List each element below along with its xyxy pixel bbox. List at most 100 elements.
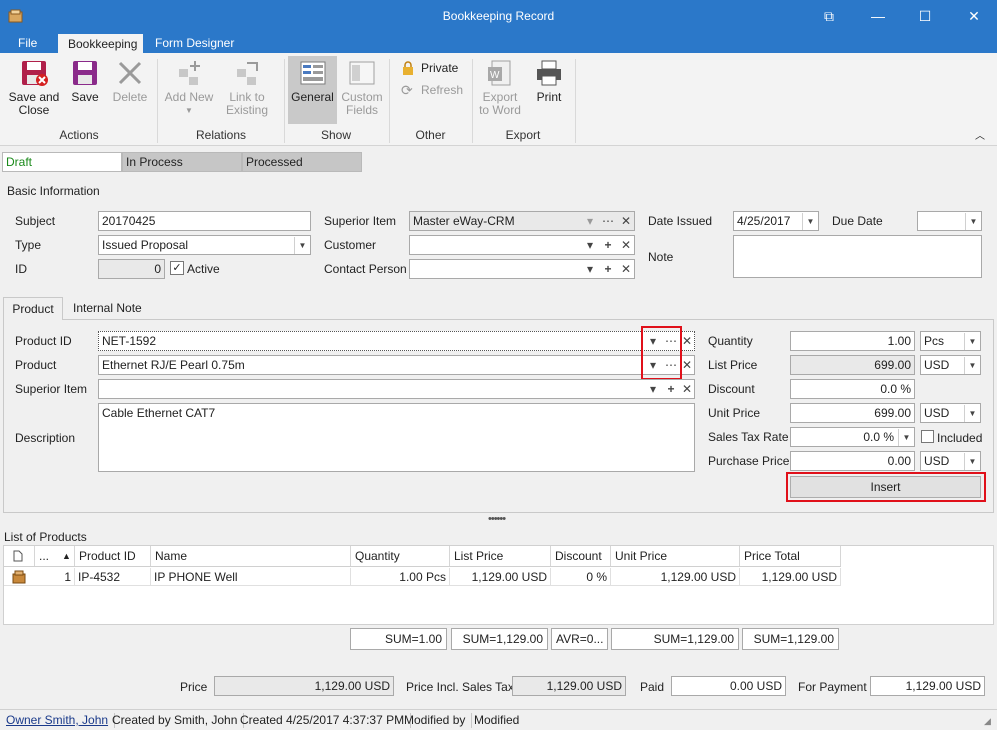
restore-to-tab-icon[interactable]: ⧉ [806, 0, 852, 33]
clear-x-icon[interactable]: ✕ [618, 261, 634, 278]
product-field[interactable]: Ethernet RJ/E Pearl 0.75m ▾ ⋯ ✕ [98, 355, 695, 375]
resize-grip-icon[interactable]: ◢ [984, 716, 991, 727]
for-payment-label: For Payment [798, 680, 867, 694]
price-incl-tax-label: Price Incl. Sales Tax [406, 680, 514, 694]
customer-label: Customer [324, 238, 377, 252]
paid-input[interactable]: 0.00 USD [671, 676, 786, 696]
purchase-price-currency-select[interactable]: USD ▼ [920, 451, 981, 471]
sum-price-total: SUM=1,129.00 [742, 628, 839, 650]
chevron-down-icon[interactable]: ▼ [802, 213, 818, 230]
sum-unit-price: SUM=1,129.00 [611, 628, 739, 650]
discount-input[interactable]: 0.0 % [790, 379, 915, 399]
general-view-button[interactable]: General [288, 56, 337, 124]
grid-header-list-price[interactable]: List Price [450, 546, 551, 566]
chevron-down-icon[interactable]: ▼ [294, 237, 310, 254]
add-new-button[interactable]: Add New ▼ [162, 59, 216, 117]
grid-header-discount[interactable]: Discount [551, 546, 611, 566]
price-field: 1,129.00 USD [214, 676, 394, 696]
status-bar: Owner Smith, John Created by Smith, John… [0, 709, 997, 730]
general-form-icon [300, 61, 325, 85]
table-row[interactable]: 1 IP-4532 IP PHONE Well 1.00 Pcs 1,129.0… [4, 568, 841, 586]
chevron-down-icon[interactable]: ▼ [964, 357, 980, 374]
collapse-ribbon-icon[interactable]: ︿ [975, 127, 985, 142]
custom-fields-button[interactable]: Custom Fields [340, 59, 384, 117]
tab-bookkeeping[interactable]: Bookkeeping [58, 34, 143, 54]
paid-label: Paid [640, 680, 665, 694]
sales-tax-rate-select[interactable]: 0.0 % ▼ [790, 427, 915, 447]
unit-price-currency-select[interactable]: USD ▼ [920, 403, 981, 423]
status-in-process[interactable]: In Process [122, 152, 242, 172]
chevron-down-icon[interactable]: ▾ [582, 237, 598, 254]
list-price-currency-select[interactable]: USD ▼ [920, 355, 981, 375]
plus-icon[interactable]: + [600, 237, 616, 254]
chevron-down-icon[interactable]: ▾ [582, 261, 598, 278]
chevron-down-icon[interactable]: ▼ [964, 405, 980, 422]
chevron-down-icon[interactable]: ▾ [645, 381, 661, 398]
description-textarea[interactable]: Cable Ethernet CAT7 [98, 403, 695, 472]
superior-item-field[interactable]: Master eWay-CRM ▾ ⋯ ✕ [409, 211, 635, 231]
note-textarea[interactable] [733, 235, 982, 278]
print-button[interactable]: Print [529, 59, 569, 104]
contact-person-field[interactable]: ▾ + ✕ [409, 259, 635, 279]
included-checkbox[interactable] [921, 430, 934, 443]
grid-header-quantity[interactable]: Quantity [351, 546, 450, 566]
chevron-down-icon[interactable]: ▼ [964, 333, 980, 350]
active-checkbox[interactable]: ✓ [170, 261, 184, 275]
maximize-button[interactable]: ☐ [902, 0, 948, 33]
subject-input[interactable]: 20170425 [98, 211, 311, 231]
minimize-button[interactable]: — [855, 0, 901, 33]
tab-file[interactable]: File [8, 33, 47, 53]
group-export: Export [505, 128, 541, 142]
clear-x-icon[interactable]: ✕ [618, 237, 634, 254]
chevron-down-icon[interactable]: ▼ [898, 429, 914, 446]
splitter-handle[interactable]: •••••• [488, 513, 506, 525]
status-processed[interactable]: Processed [242, 152, 362, 172]
plus-icon[interactable]: + [600, 261, 616, 278]
grid-header-price-total[interactable]: Price Total [740, 546, 841, 566]
link-to-existing-button[interactable]: Link to Existing [220, 59, 274, 117]
created-by: Created by Smith, John [106, 713, 245, 728]
grid-header-name[interactable]: Name [151, 546, 351, 566]
save-button[interactable]: Save [66, 59, 104, 104]
refresh-button[interactable]: ⟳ Refresh [401, 82, 471, 99]
quantity-unit-select[interactable]: Pcs ▼ [920, 331, 981, 351]
product-superior-field[interactable]: ▾ + ✕ [98, 379, 695, 399]
clear-x-icon[interactable]: ✕ [679, 381, 694, 398]
customer-field[interactable]: ▾ + ✕ [409, 235, 635, 255]
chevron-down-icon[interactable]: ▼ [964, 453, 980, 470]
close-button[interactable]: ✕ [951, 0, 997, 33]
tab-internal-note[interactable]: Internal Note [73, 301, 142, 315]
grid-header-unit-price[interactable]: Unit Price [611, 546, 740, 566]
export-to-word-button[interactable]: W Export to Word [477, 59, 523, 117]
grid-header-number[interactable]: ... ▲ [35, 546, 75, 566]
ribbon: Save and Close Save Delete Actions Add N… [0, 53, 997, 146]
unit-price-input[interactable]: 699.00 [790, 403, 915, 423]
owner-link[interactable]: Owner Smith, John [0, 713, 116, 728]
status-draft[interactable]: Draft [2, 152, 122, 172]
discount-label: Discount [708, 382, 755, 396]
save-and-close-button[interactable]: Save and Close [6, 59, 62, 117]
ellipsis-icon[interactable]: ⋯ [600, 213, 616, 230]
private-toggle[interactable]: Private [401, 61, 471, 77]
tab-form-designer[interactable]: Form Designer [145, 33, 244, 53]
chevron-down-icon[interactable]: ▼ [965, 213, 981, 230]
ribbon-separator [284, 59, 285, 143]
quantity-label: Quantity [708, 334, 753, 348]
tab-product[interactable]: Product [3, 297, 63, 320]
product-grid: ... ▲ Product ID Name Quantity List Price… [3, 545, 994, 625]
purchase-price-input[interactable]: 0.00 [790, 451, 915, 471]
save-close-icon [22, 61, 48, 86]
group-relations: Relations [195, 128, 247, 142]
date-issued-input[interactable]: 4/25/2017 ▼ [733, 211, 819, 231]
grid-header-product-id[interactable]: Product ID [75, 546, 151, 566]
group-actions: Actions [59, 128, 99, 142]
due-date-input[interactable]: ▼ [917, 211, 982, 231]
clear-x-icon[interactable]: ✕ [618, 213, 634, 230]
delete-button[interactable]: Delete [108, 59, 152, 104]
quantity-input[interactable]: 1.00 [790, 331, 915, 351]
lock-icon [403, 61, 413, 75]
type-select[interactable]: Issued Proposal ▼ [98, 235, 311, 255]
contact-person-label: Contact Person [324, 262, 407, 276]
plus-icon[interactable]: + [663, 381, 679, 398]
product-id-field[interactable]: NET-1592 ▾ ⋯ ✕ [98, 331, 695, 351]
